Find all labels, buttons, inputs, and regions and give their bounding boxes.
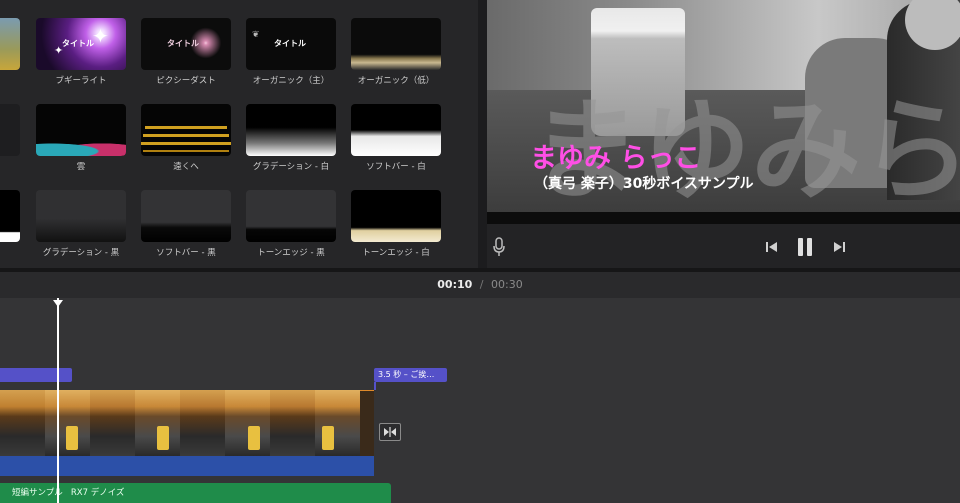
tile-preview-text: タイトル — [167, 39, 199, 48]
tile-label: 遠くへ — [173, 162, 199, 172]
microphone-icon[interactable] — [492, 237, 506, 257]
title-line-2: （真弓 楽子）30秒ボイスサンプル — [534, 176, 754, 192]
skip-forward-icon[interactable] — [832, 240, 846, 254]
title-tile-clouds[interactable] — [36, 104, 126, 156]
title-tile-torn-edge-black[interactable] — [246, 190, 336, 242]
playhead-handle-icon[interactable] — [53, 300, 63, 307]
thumbnail-detail — [157, 426, 169, 450]
tile-label: トーンエッジ - 黒 — [257, 248, 325, 258]
timeline: 3.5 秒 – ご挨… 短編サンプル RX7 デノイズ — [0, 298, 960, 503]
playhead[interactable] — [57, 298, 59, 503]
title-tile[interactable] — [0, 18, 20, 70]
tile-label: グラデーション - 黒 — [42, 248, 120, 258]
clip-thumbnail — [90, 390, 135, 456]
title-tile-torn-edge-white[interactable] — [351, 190, 441, 242]
clip-thumbnail — [180, 390, 225, 456]
title-line-1: まゆみ らっこ — [530, 143, 702, 174]
scroll-text-decoration — [141, 142, 231, 145]
audio-track-label: 短編サンプル RX7 デノイズ — [12, 488, 125, 498]
tile-label: ブギーライト — [55, 76, 107, 86]
thumbnail-detail — [322, 426, 334, 450]
tile-label: ソフトバー - 黒 — [156, 248, 216, 258]
letterbox-bar — [487, 212, 960, 224]
title-tile-softbar-black[interactable] — [141, 190, 231, 242]
tile-label: 雲 — [76, 162, 86, 172]
tile-label: ソフトバー - 白 — [366, 162, 426, 172]
video-preview: まゆみら まゆみ らっこ （真弓 楽子）30秒ボイスサンプル — [487, 0, 960, 224]
scroll-text-decoration — [143, 150, 229, 152]
tile-label: ピクシーダスト — [156, 76, 216, 86]
title-clip-connector — [374, 382, 376, 390]
time-separator: / — [479, 278, 484, 291]
tile-preview-text: タイトル — [62, 39, 94, 48]
title-clip[interactable] — [0, 368, 72, 382]
transition-icon[interactable] — [379, 423, 401, 441]
scroll-text-decoration — [145, 126, 227, 129]
title-tile-softbar-white[interactable] — [351, 104, 441, 156]
title-tile-pixie-dust[interactable]: タイトル — [141, 18, 231, 70]
tile-preview-text: タイトル — [274, 39, 306, 48]
tile-label: オーガニック（低） — [357, 76, 435, 86]
tile-label: トーンエッジ - 白 — [362, 248, 430, 258]
current-time: 00:10 — [437, 278, 473, 291]
leaf-decoration-icon: ❦ — [252, 30, 260, 40]
thumbnail-detail — [66, 426, 78, 450]
tile-label: グラデーション - 白 — [252, 162, 330, 172]
pane-divider[interactable] — [478, 0, 487, 268]
scroll-text-decoration — [143, 134, 229, 137]
pause-icon[interactable] — [796, 237, 814, 257]
clip-thumbnail — [0, 390, 45, 456]
title-tile-gradient-black[interactable] — [36, 190, 126, 242]
title-tile-far-away[interactable] — [141, 104, 231, 156]
viewer: まゆみら まゆみ らっこ （真弓 楽子）30秒ボイスサンプル — [487, 0, 960, 268]
title-tile-boogie-lights[interactable]: ✦ ✦ タイトル — [36, 18, 126, 70]
title-tile[interactable] — [0, 190, 20, 242]
tile-label: オーガニック（主） — [252, 76, 330, 86]
title-tile-organic-low[interactable] — [351, 18, 441, 70]
title-browser: ✦ ✦ タイトル ブギーライト タイトル ピクシーダスト ❦ タイトル オーガニ… — [0, 0, 478, 268]
clip-thumbnail — [270, 390, 315, 456]
time-display: 00:10 / 00:30 — [0, 272, 960, 298]
title-tile[interactable] — [0, 104, 20, 156]
title-clip[interactable]: 3.5 秒 – ご挨… — [374, 368, 447, 382]
title-clip-label: 3.5 秒 – ご挨… — [378, 370, 435, 379]
total-time: 00:30 — [491, 278, 523, 291]
title-tile-gradient-white[interactable] — [246, 104, 336, 156]
sparkle-icon: ✦ — [92, 24, 109, 48]
playback-controls — [487, 224, 960, 268]
title-tile-organic-main[interactable]: ❦ タイトル — [246, 18, 336, 70]
cloud-decoration — [36, 138, 126, 156]
skip-back-icon[interactable] — [765, 240, 779, 254]
thumbnail-detail — [248, 426, 260, 450]
